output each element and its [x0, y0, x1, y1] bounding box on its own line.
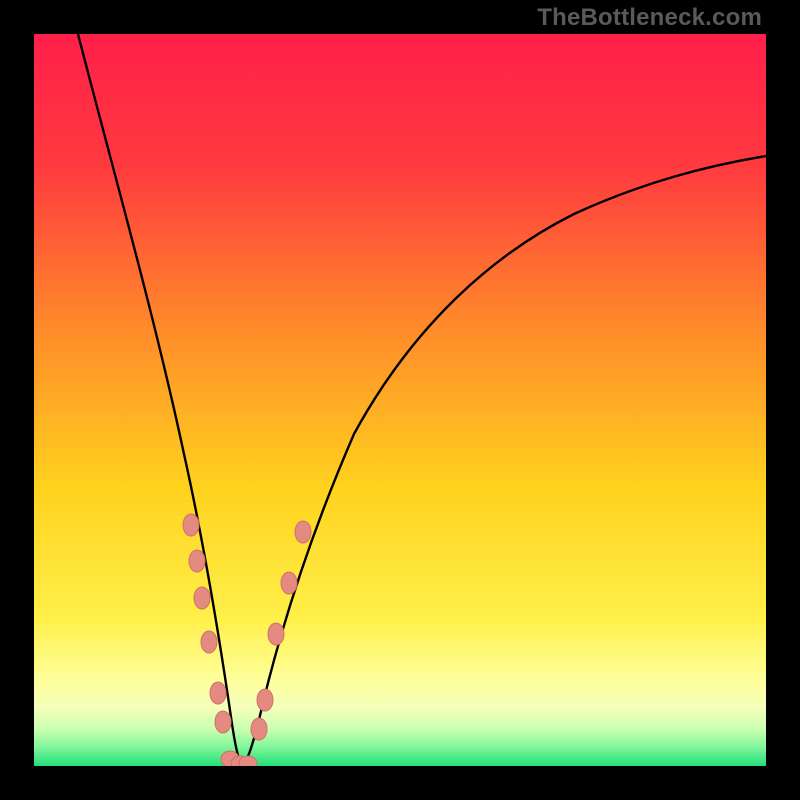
curve-right-branch	[242, 156, 766, 766]
curve-left-branch	[78, 34, 242, 766]
chart-frame: TheBottleneck.com	[0, 0, 800, 800]
marker-point	[295, 521, 311, 543]
marker-point	[251, 718, 267, 740]
marker-point	[257, 689, 273, 711]
marker-point	[210, 682, 226, 704]
markers-left-cluster	[183, 514, 249, 766]
marker-point	[194, 587, 210, 609]
marker-point	[268, 623, 284, 645]
markers-right-cluster	[239, 521, 311, 766]
marker-point	[281, 572, 297, 594]
marker-point	[201, 631, 217, 653]
marker-point	[183, 514, 199, 536]
bottleneck-curve	[34, 34, 766, 766]
watermark-text: TheBottleneck.com	[537, 4, 762, 32]
marker-point	[189, 550, 205, 572]
marker-point	[239, 756, 257, 766]
plot-area	[34, 34, 766, 766]
marker-point	[215, 711, 231, 733]
